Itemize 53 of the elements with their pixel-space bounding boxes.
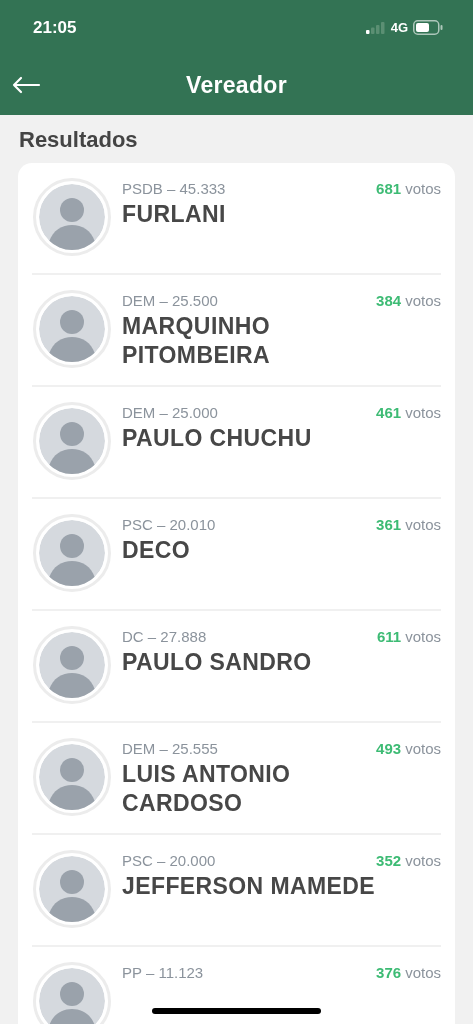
candidate-name: PAULO CHUCHU (122, 424, 313, 453)
candidate-name: PAULO SANDRO (122, 648, 313, 677)
votes-label: votos (405, 292, 441, 309)
votes-label: votos (405, 740, 441, 757)
party-number: PSC – 20.000 (122, 852, 216, 869)
party-number: DEM – 25.500 (122, 292, 218, 309)
photo-placeholder (39, 632, 105, 698)
photo-placeholder (39, 744, 105, 810)
party-number: PSC – 20.010 (122, 516, 216, 533)
party-number: DEM – 25.000 (122, 404, 218, 421)
party-number: DEM – 25.555 (122, 740, 218, 757)
candidate-row[interactable]: DEM – 25.500 384 votos MARQUINHO PITOMBEIRA (32, 275, 441, 387)
vote-count: 384 (376, 292, 402, 309)
vote-count: 361 (376, 516, 402, 533)
votes-label: votos (405, 628, 441, 645)
candidate-name: FURLANI (122, 200, 227, 229)
votes-label: votos (405, 964, 441, 981)
signal-icon (365, 21, 386, 34)
votes-label: votos (405, 180, 441, 197)
battery-icon (413, 20, 443, 35)
votes-label: votos (405, 516, 441, 533)
candidate-name: DECO (122, 536, 192, 565)
candidate-row[interactable]: DEM – 25.555 493 votos LUIS ANTONIO CARDOSO (32, 723, 441, 835)
votes-label: votos (405, 404, 441, 421)
party-number: PP – 11.123 (122, 964, 204, 981)
vote-count: 681 (376, 180, 402, 197)
candidate-row[interactable]: DC – 27.888 611 votos PAULO SANDRO (32, 611, 441, 723)
candidate-name: MARQUINHO PITOMBEIRA (122, 312, 271, 370)
page-title: Vereador (186, 71, 287, 99)
network-type: 4G (390, 20, 408, 35)
candidate-row[interactable]: PSC – 20.000 352 votos JEFFERSON MAMEDE (32, 835, 441, 947)
photo-placeholder (39, 520, 105, 586)
candidate-name: LUIS ANTONIO CARDOSO (122, 760, 292, 818)
photo-placeholder (39, 856, 105, 922)
photo-placeholder (39, 408, 105, 474)
photo-placeholder (39, 968, 105, 1024)
photo-placeholder (39, 296, 105, 362)
vote-count: 352 (376, 852, 402, 869)
candidate-row[interactable]: PSC – 20.010 361 votos DECO (32, 499, 441, 611)
section-title: Resultados (18, 126, 139, 154)
candidate-name: JEFFERSON MAMEDE (122, 872, 377, 901)
votes-label: votos (405, 852, 441, 869)
vote-count: 611 (376, 628, 402, 645)
vote-count: 461 (376, 404, 402, 421)
vote-count: 493 (376, 740, 402, 757)
vote-count: 376 (376, 964, 402, 981)
candidate-row[interactable]: PSDB – 45.333 681 votos FURLANI (32, 163, 441, 275)
back-arrow-icon[interactable] (11, 76, 41, 94)
status-time: 21:05 (33, 17, 77, 38)
candidate-row[interactable]: DEM – 25.000 461 votos PAULO CHUCHU (32, 387, 441, 499)
party-number: DC – 27.888 (122, 628, 207, 645)
photo-placeholder (39, 184, 105, 250)
party-number: PSDB – 45.333 (122, 180, 226, 197)
